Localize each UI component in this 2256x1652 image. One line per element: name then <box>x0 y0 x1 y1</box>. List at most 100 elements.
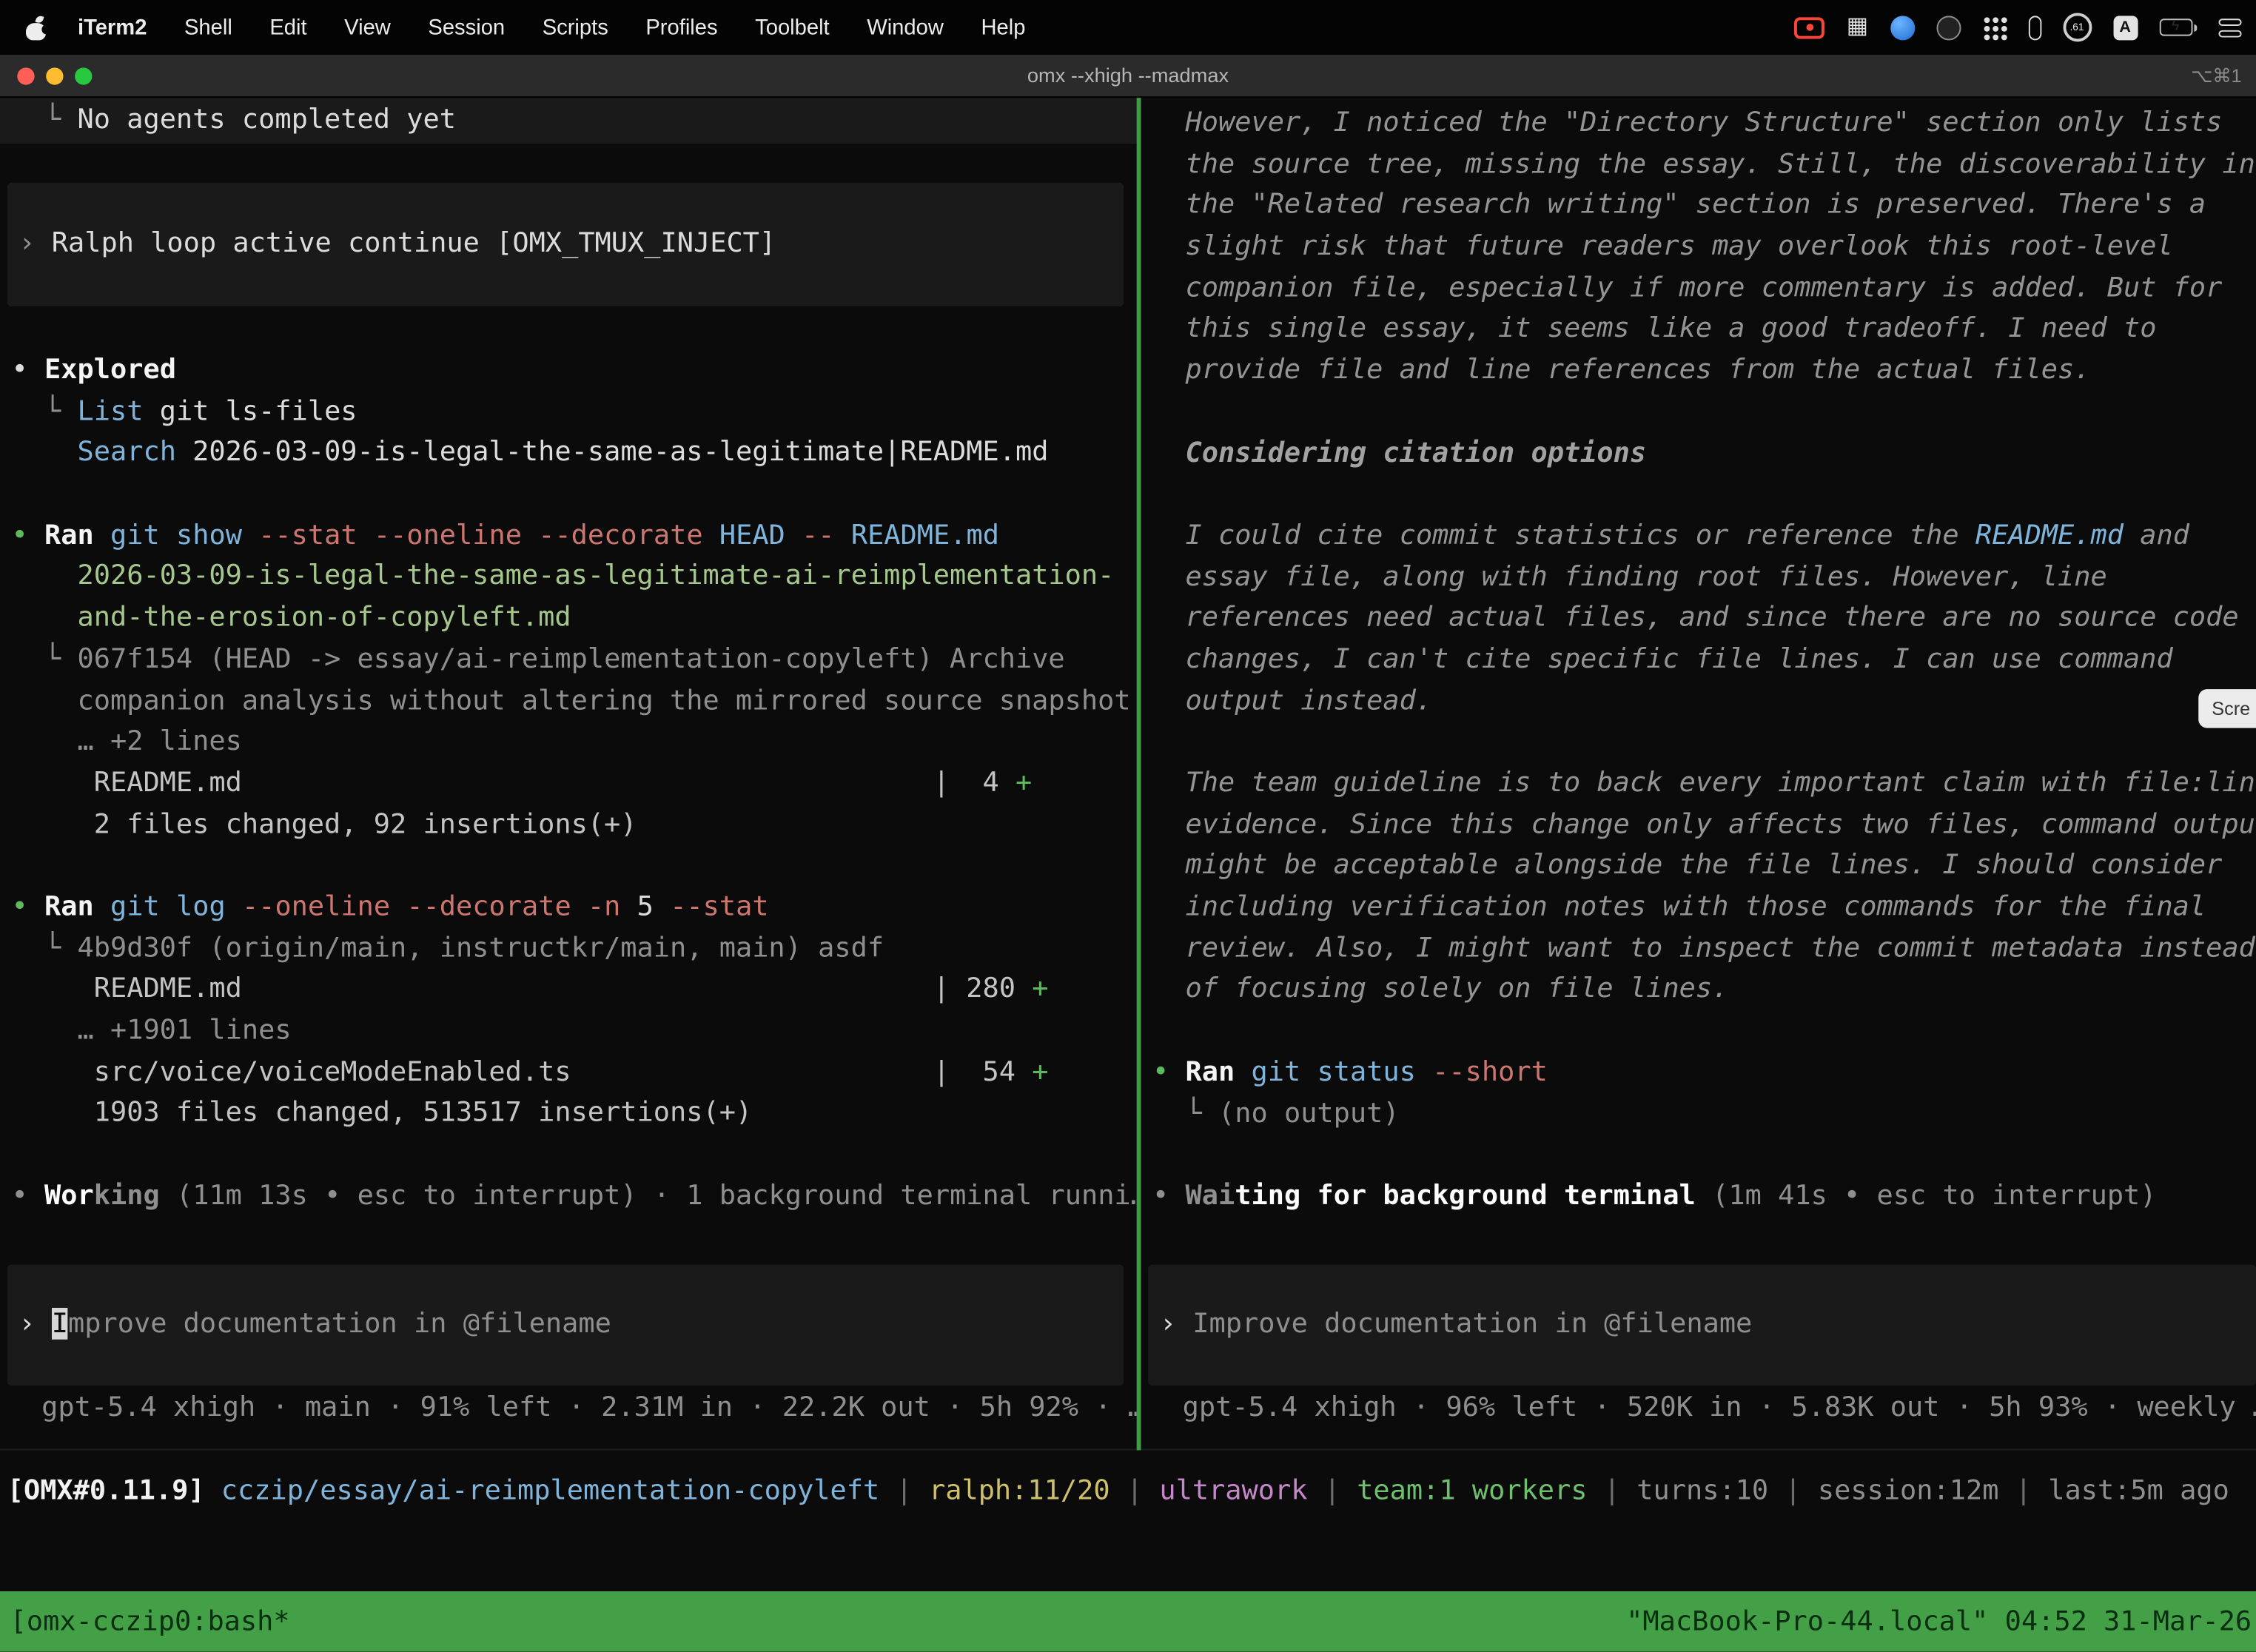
text-segment <box>1235 1055 1251 1087</box>
text-segment: › <box>19 227 51 259</box>
text-segment: might be acceptable alongside the file l… <box>1152 850 2222 882</box>
text-segment: … +2 lines <box>12 725 242 757</box>
text-line: the "Related research writing" section i… <box>1152 185 2256 226</box>
battery-body: ϟ <box>2159 19 2192 36</box>
text-segment: Ran <box>1186 1055 1235 1087</box>
terminal-output-left: • Explored └ List git ls-files Search 20… <box>0 349 1137 1216</box>
text-segment: | <box>1307 1474 1357 1506</box>
text-segment: git ls-files <box>143 395 357 427</box>
text-line: └ 4b9d30f (origin/main, instructkr/main,… <box>12 927 1137 969</box>
text-segment: README.md <box>1975 519 2124 551</box>
menu-item-session[interactable]: Session <box>428 15 505 39</box>
text-segment: 2 files changed, 92 insertions(+) <box>12 808 637 840</box>
grid-app-icon[interactable]: ▦ <box>1847 16 1868 38</box>
text-segment: HEAD <box>719 519 785 551</box>
prompt-input-left[interactable]: › Improve documentation in @filename <box>7 1265 1124 1386</box>
text-segment <box>94 890 110 922</box>
text-segment: ting for background terminal <box>1235 1180 1696 1212</box>
text-segment <box>571 1055 933 1087</box>
text-line <box>12 845 1137 887</box>
text-segment: --oneline --decorate -n <box>242 890 620 922</box>
text-segment: this single essay, it seems like a good … <box>1152 313 2156 345</box>
text-segment: companion analysis without altering the … <box>12 684 1131 716</box>
text-segment <box>1696 1180 1712 1212</box>
meter-icon[interactable]: .61 <box>2063 13 2092 41</box>
text-segment <box>226 890 242 922</box>
text-segment: README.md <box>12 973 242 1005</box>
battery-icon[interactable]: ϟ <box>2159 19 2198 36</box>
tmux-session-label[interactable]: [omx-cczip0:bash* <box>10 1605 290 1637</box>
menu-item-toolbelt[interactable]: Toolbelt <box>755 15 830 39</box>
text-line: slight risk that future readers may over… <box>1152 226 2256 267</box>
text-segment: gpt-5.4 xhigh · main · 91% left · 2.31M … <box>9 1391 1137 1423</box>
menu-item-view[interactable]: View <box>344 15 391 39</box>
text-line: gpt-5.4 xhigh · 96% left · 520K in · 5.8… <box>1149 1387 2256 1428</box>
text-line: The team guideline is to back every impo… <box>1152 762 2256 804</box>
text-line <box>1152 391 2256 432</box>
dark-circle-app-icon[interactable] <box>1936 15 1960 39</box>
pill-app-icon[interactable] <box>2028 15 2041 39</box>
prompt-input-right[interactable]: › Improve documentation in @filename <box>1148 1265 2256 1386</box>
text-line: references need actual files, and since … <box>1152 597 2256 639</box>
text-segment: output instead. <box>1152 685 1432 716</box>
menu-item-shell[interactable]: Shell <box>184 15 232 39</box>
menu-item-edit[interactable]: Edit <box>269 15 306 39</box>
text-segment: + <box>1032 1055 1048 1087</box>
text-line: … +1901 lines <box>12 1010 1137 1052</box>
omx-status-bar: [OMX#0.11.9] cczip/essay/ai-reimplementa… <box>0 1471 2256 1512</box>
session-statusline-right: gpt-5.4 xhigh · 96% left · 520K in · 5.8… <box>1141 1387 2256 1428</box>
menu-item-window[interactable]: Window <box>867 15 944 39</box>
text-segment: | 54 <box>933 1055 1032 1087</box>
text-segment: -- <box>802 519 834 551</box>
menu-item-profiles[interactable]: Profiles <box>645 15 717 39</box>
text-segment: └ <box>12 932 78 964</box>
text-segment: 2026-03-09-is-legal-the-same-as-legitima… <box>78 560 1115 592</box>
menu-item-iterm2[interactable]: iTerm2 <box>78 15 147 39</box>
text-segment: essay file, along with finding root file… <box>1152 560 2107 592</box>
menu-item-help[interactable]: Help <box>981 15 1025 39</box>
blue-app-icon[interactable] <box>1890 15 1914 39</box>
text-segment: The team guideline is to back every impo… <box>1152 767 2256 799</box>
screen-recording-icon[interactable] <box>1795 16 1825 38</box>
pane-right[interactable]: However, I noticed the "Directory Struct… <box>1141 98 2256 1450</box>
text-line: … +2 lines <box>12 721 1137 762</box>
text-segment: (1m 41s • esc to interrupt) <box>1712 1180 2156 1212</box>
pane-left[interactable]: └ No agents completed yet › Ralph loop a… <box>0 98 1137 1450</box>
input-source-icon[interactable]: A <box>2113 15 2138 39</box>
text-segment: 1903 files changed, 513517 insertions(+) <box>12 1097 753 1129</box>
text-segment: 4b9d30f (origin/main, instructkr/main, m… <box>78 932 884 964</box>
apple-menu-icon[interactable] <box>26 15 46 39</box>
text-segment: last:5m ago <box>2048 1474 2229 1506</box>
text-line <box>1152 721 2256 762</box>
window-title-bar[interactable]: omx --xhigh --madmax ⌥⌘1 <box>0 55 2256 98</box>
text-line: README.md | 4 + <box>12 762 1137 804</box>
text-segment: └ <box>12 395 78 427</box>
menu-item-scripts[interactable]: Scripts <box>543 15 608 39</box>
text-line <box>1152 474 2256 515</box>
text-line: › Improve documentation in @filename <box>19 1303 1124 1345</box>
text-segment: --stat <box>670 890 768 922</box>
text-segment: Ran <box>44 519 94 551</box>
text-line: • Ran git show --stat --oneline --decora… <box>12 514 1137 556</box>
app-grid-icon[interactable] <box>1982 15 2007 39</box>
text-segment: review. Also, I might want to inspect th… <box>1152 932 2255 964</box>
menu-status-icons: ▦ .61 A ϟ <box>1795 13 2242 41</box>
text-segment: + <box>1032 973 1048 1005</box>
window-shortcut-badge: ⌥⌘1 <box>2191 64 2241 87</box>
text-segment: Ralph loop active continue [OMX_TMUX_INJ… <box>52 227 776 259</box>
text-segment: • <box>1152 1055 1185 1087</box>
app-grid-dots <box>1984 16 1990 22</box>
text-line: companion file, especially if more comme… <box>1152 267 2256 309</box>
text-line: of focusing solely on file lines. <box>1152 969 2256 1010</box>
text-line: src/voice/voiceModeEnabled.ts | 54 + <box>12 1051 1137 1092</box>
text-segment: | 280 <box>933 973 1032 1005</box>
text-segment: evidence. Since this change only affects… <box>1152 808 2256 840</box>
tmux-host-clock-label: "MacBook-Pro-44.local" 04:52 31-Mar-26 <box>1626 1605 2252 1637</box>
text-segment: git status <box>1252 1055 1416 1087</box>
text-line: └ List git ls-files <box>12 391 1137 432</box>
text-segment: including verification notes with those … <box>1152 890 2206 922</box>
screen-share-tab[interactable]: Scre <box>2199 689 2256 728</box>
text-segment: companion file, especially if more comme… <box>1152 272 2222 303</box>
control-center-icon[interactable] <box>2218 18 2241 36</box>
text-segment <box>620 890 637 922</box>
